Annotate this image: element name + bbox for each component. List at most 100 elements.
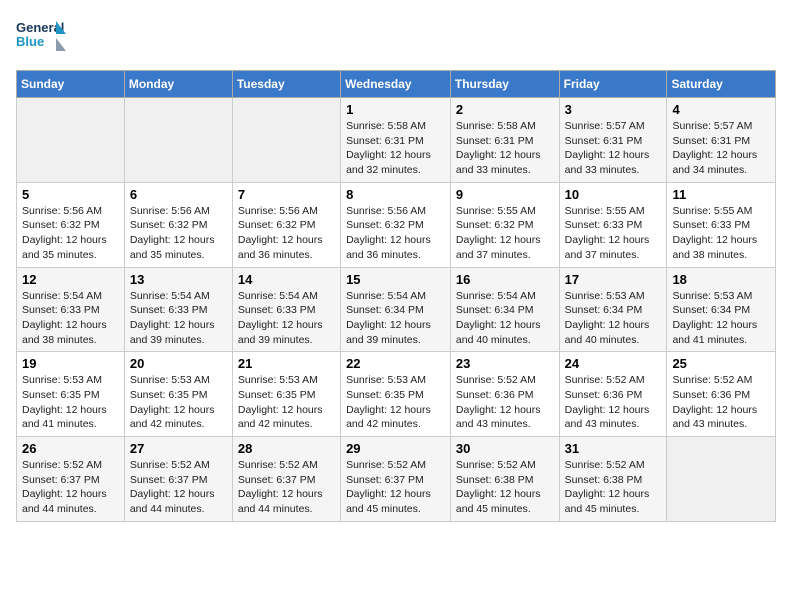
day-info: Sunrise: 5:57 AM Sunset: 6:31 PM Dayligh… xyxy=(565,119,662,178)
calendar-cell: 14 Sunrise: 5:54 AM Sunset: 6:33 PM Dayli… xyxy=(232,267,340,352)
calendar-cell: 4Sunrise: 5:57 AM Sunset: 6:31 PM Daylig… xyxy=(667,98,776,183)
calendar-cell: 23 Sunrise: 5:52 AM Sunset: 6:36 PM Dayli… xyxy=(450,352,559,437)
day-number: 22 xyxy=(346,356,445,371)
day-number: 24 xyxy=(565,356,662,371)
calendar-cell: 26 Sunrise: 5:52 AM Sunset: 6:37 PM Dayli… xyxy=(17,437,125,522)
day-info: Sunrise: 5:53 AM Sunset: 6:34 PM Dayligh… xyxy=(565,289,662,348)
calendar-cell: 8 Sunrise: 5:56 AM Sunset: 6:32 PM Daylig… xyxy=(341,182,451,267)
calendar-cell: 6Sunrise: 5:56 AM Sunset: 6:32 PM Daylig… xyxy=(124,182,232,267)
day-number: 21 xyxy=(238,356,335,371)
logo-svg: General Blue xyxy=(16,16,66,60)
day-number: 2 xyxy=(456,102,554,117)
day-info: Sunrise: 5:52 AM Sunset: 6:36 PM Dayligh… xyxy=(672,373,770,432)
calendar-cell: 9 Sunrise: 5:55 AM Sunset: 6:32 PM Daylig… xyxy=(450,182,559,267)
day-info: Sunrise: 5:52 AM Sunset: 6:37 PM Dayligh… xyxy=(238,458,335,517)
weekday-header-cell: Wednesday xyxy=(341,71,451,98)
day-number: 15 xyxy=(346,272,445,287)
day-number: 11 xyxy=(672,187,770,202)
calendar-cell: 17 Sunrise: 5:53 AM Sunset: 6:34 PM Dayli… xyxy=(559,267,667,352)
day-info: Sunrise: 5:52 AM Sunset: 6:37 PM Dayligh… xyxy=(22,458,119,517)
calendar-cell xyxy=(667,437,776,522)
day-info: Sunrise: 5:53 AM Sunset: 6:34 PM Dayligh… xyxy=(672,289,770,348)
day-number: 16 xyxy=(456,272,554,287)
calendar-week-row: 26 Sunrise: 5:52 AM Sunset: 6:37 PM Dayli… xyxy=(17,437,776,522)
calendar-body: 1Sunrise: 5:58 AM Sunset: 6:31 PM Daylig… xyxy=(17,98,776,522)
calendar-cell: 25 Sunrise: 5:52 AM Sunset: 6:36 PM Dayli… xyxy=(667,352,776,437)
calendar-cell: 24 Sunrise: 5:52 AM Sunset: 6:36 PM Dayli… xyxy=(559,352,667,437)
calendar-cell: 5 Sunrise: 5:56 AM Sunset: 6:32 PM Daylig… xyxy=(17,182,125,267)
weekday-header-cell: Monday xyxy=(124,71,232,98)
day-info: Sunrise: 5:56 AM Sunset: 6:32 PM Dayligh… xyxy=(346,204,445,263)
day-info: Sunrise: 5:52 AM Sunset: 6:36 PM Dayligh… xyxy=(565,373,662,432)
day-number: 29 xyxy=(346,441,445,456)
calendar-cell xyxy=(124,98,232,183)
day-info: Sunrise: 5:56 AM Sunset: 6:32 PM Dayligh… xyxy=(22,204,119,263)
calendar-cell: 16 Sunrise: 5:54 AM Sunset: 6:34 PM Dayli… xyxy=(450,267,559,352)
day-number: 19 xyxy=(22,356,119,371)
day-info: Sunrise: 5:53 AM Sunset: 6:35 PM Dayligh… xyxy=(346,373,445,432)
day-info: Sunrise: 5:53 AM Sunset: 6:35 PM Dayligh… xyxy=(238,373,335,432)
day-info: Sunrise: 5:56 AM Sunset: 6:32 PM Dayligh… xyxy=(130,204,227,263)
calendar-cell: 31 Sunrise: 5:52 AM Sunset: 6:38 PM Dayli… xyxy=(559,437,667,522)
calendar-cell: 21 Sunrise: 5:53 AM Sunset: 6:35 PM Dayli… xyxy=(232,352,340,437)
day-info: Sunrise: 5:52 AM Sunset: 6:36 PM Dayligh… xyxy=(456,373,554,432)
day-info: Sunrise: 5:54 AM Sunset: 6:33 PM Dayligh… xyxy=(130,289,227,348)
logo: General Blue xyxy=(16,16,66,60)
day-number: 5 xyxy=(22,187,119,202)
day-info: Sunrise: 5:56 AM Sunset: 6:32 PM Dayligh… xyxy=(238,204,335,263)
calendar-cell: 15Sunrise: 5:54 AM Sunset: 6:34 PM Dayli… xyxy=(341,267,451,352)
calendar-cell: 7Sunrise: 5:56 AM Sunset: 6:32 PM Daylig… xyxy=(232,182,340,267)
calendar-cell: 28 Sunrise: 5:52 AM Sunset: 6:37 PM Dayli… xyxy=(232,437,340,522)
day-number: 13 xyxy=(130,272,227,287)
calendar-cell: 13 Sunrise: 5:54 AM Sunset: 6:33 PM Dayli… xyxy=(124,267,232,352)
day-number: 30 xyxy=(456,441,554,456)
day-info: Sunrise: 5:53 AM Sunset: 6:35 PM Dayligh… xyxy=(130,373,227,432)
weekday-header-row: SundayMondayTuesdayWednesdayThursdayFrid… xyxy=(17,71,776,98)
calendar-header: SundayMondayTuesdayWednesdayThursdayFrid… xyxy=(17,71,776,98)
calendar-cell: 18 Sunrise: 5:53 AM Sunset: 6:34 PM Dayli… xyxy=(667,267,776,352)
day-info: Sunrise: 5:53 AM Sunset: 6:35 PM Dayligh… xyxy=(22,373,119,432)
day-info: Sunrise: 5:52 AM Sunset: 6:38 PM Dayligh… xyxy=(456,458,554,517)
weekday-header-cell: Friday xyxy=(559,71,667,98)
calendar-cell: 10Sunrise: 5:55 AM Sunset: 6:33 PM Dayli… xyxy=(559,182,667,267)
calendar-cell: 12 Sunrise: 5:54 AM Sunset: 6:33 PM Dayli… xyxy=(17,267,125,352)
day-number: 10 xyxy=(565,187,662,202)
day-number: 18 xyxy=(672,272,770,287)
calendar-cell: 11 Sunrise: 5:55 AM Sunset: 6:33 PM Dayli… xyxy=(667,182,776,267)
day-number: 8 xyxy=(346,187,445,202)
day-info: Sunrise: 5:54 AM Sunset: 6:33 PM Dayligh… xyxy=(238,289,335,348)
day-info: Sunrise: 5:54 AM Sunset: 6:33 PM Dayligh… xyxy=(22,289,119,348)
day-number: 20 xyxy=(130,356,227,371)
day-info: Sunrise: 5:52 AM Sunset: 6:37 PM Dayligh… xyxy=(130,458,227,517)
calendar-cell: 29Sunrise: 5:52 AM Sunset: 6:37 PM Dayli… xyxy=(341,437,451,522)
day-number: 12 xyxy=(22,272,119,287)
calendar-cell: 2Sunrise: 5:58 AM Sunset: 6:31 PM Daylig… xyxy=(450,98,559,183)
day-number: 25 xyxy=(672,356,770,371)
day-info: Sunrise: 5:52 AM Sunset: 6:38 PM Dayligh… xyxy=(565,458,662,517)
day-number: 31 xyxy=(565,441,662,456)
calendar-week-row: 5 Sunrise: 5:56 AM Sunset: 6:32 PM Daylig… xyxy=(17,182,776,267)
day-number: 3 xyxy=(565,102,662,117)
day-number: 23 xyxy=(456,356,554,371)
day-info: Sunrise: 5:54 AM Sunset: 6:34 PM Dayligh… xyxy=(456,289,554,348)
day-info: Sunrise: 5:57 AM Sunset: 6:31 PM Dayligh… xyxy=(672,119,770,178)
day-number: 17 xyxy=(565,272,662,287)
day-number: 14 xyxy=(238,272,335,287)
calendar-cell: 1Sunrise: 5:58 AM Sunset: 6:31 PM Daylig… xyxy=(341,98,451,183)
weekday-header-cell: Sunday xyxy=(17,71,125,98)
page-header: General Blue xyxy=(16,16,776,60)
svg-text:Blue: Blue xyxy=(16,34,44,49)
calendar-week-row: 1Sunrise: 5:58 AM Sunset: 6:31 PM Daylig… xyxy=(17,98,776,183)
day-info: Sunrise: 5:55 AM Sunset: 6:32 PM Dayligh… xyxy=(456,204,554,263)
day-number: 9 xyxy=(456,187,554,202)
day-number: 27 xyxy=(130,441,227,456)
calendar-cell: 22 Sunrise: 5:53 AM Sunset: 6:35 PM Dayli… xyxy=(341,352,451,437)
calendar-cell: 3 Sunrise: 5:57 AM Sunset: 6:31 PM Daylig… xyxy=(559,98,667,183)
day-info: Sunrise: 5:55 AM Sunset: 6:33 PM Dayligh… xyxy=(672,204,770,263)
calendar-cell: 19 Sunrise: 5:53 AM Sunset: 6:35 PM Dayli… xyxy=(17,352,125,437)
day-number: 28 xyxy=(238,441,335,456)
day-number: 26 xyxy=(22,441,119,456)
calendar-cell xyxy=(17,98,125,183)
day-info: Sunrise: 5:58 AM Sunset: 6:31 PM Dayligh… xyxy=(346,119,445,178)
calendar-cell xyxy=(232,98,340,183)
